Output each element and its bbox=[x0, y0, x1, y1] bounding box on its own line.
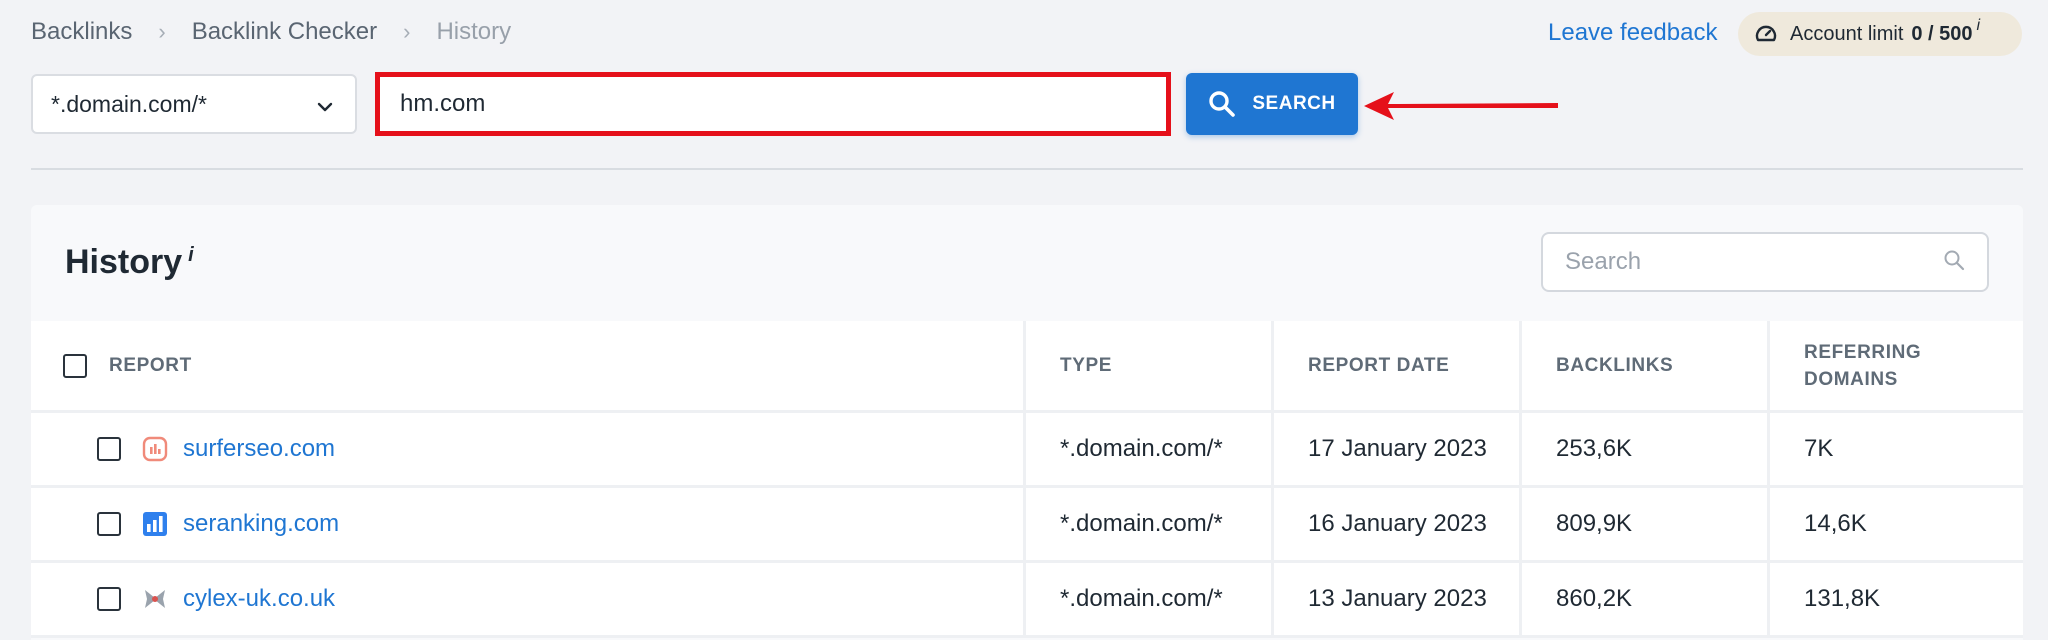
history-table: REPORT TYPE REPORT DATE BACKLINKS REFERR… bbox=[31, 321, 2023, 638]
row-type: *.domain.com/* bbox=[1026, 488, 1274, 563]
domain-input[interactable] bbox=[400, 90, 1166, 118]
account-limit-value: 0 / 500 bbox=[1911, 22, 1973, 45]
history-title: History i bbox=[65, 243, 194, 282]
row-backlinks: 253,6K bbox=[1522, 413, 1770, 488]
column-header-backlinks[interactable]: BACKLINKS bbox=[1522, 321, 1770, 413]
chevron-down-icon bbox=[317, 91, 333, 118]
column-header-report: REPORT bbox=[31, 321, 1026, 413]
breadcrumb-backlinks[interactable]: Backlinks bbox=[31, 18, 132, 46]
history-search-input[interactable] bbox=[1565, 248, 1943, 276]
breadcrumb-history: History bbox=[436, 18, 512, 45]
history-search-field[interactable] bbox=[1541, 232, 1989, 292]
breadcrumb: Backlinks › Backlink Checker › History bbox=[31, 18, 511, 46]
report-link[interactable]: cylex-uk.co.uk bbox=[183, 585, 335, 613]
table-row: surferseo.com *.domain.com/* 17 January … bbox=[31, 413, 2023, 488]
info-icon[interactable]: i bbox=[1977, 17, 1981, 35]
select-all-checkbox[interactable] bbox=[63, 353, 87, 378]
table-header-row: REPORT TYPE REPORT DATE BACKLINKS REFERR… bbox=[31, 321, 2023, 413]
row-report-date: 13 January 2023 bbox=[1274, 563, 1522, 638]
search-button[interactable]: SEARCH bbox=[1186, 73, 1358, 135]
domain-input-highlight bbox=[375, 72, 1171, 136]
search-icon bbox=[1209, 91, 1236, 117]
row-checkbox[interactable] bbox=[97, 512, 121, 536]
breadcrumb-separator: › bbox=[403, 19, 411, 44]
row-checkbox[interactable] bbox=[97, 437, 121, 461]
leave-feedback-link[interactable]: Leave feedback bbox=[1548, 19, 1717, 47]
row-report-date: 16 January 2023 bbox=[1274, 488, 1522, 563]
search-mode-select[interactable]: *.domain.com/* bbox=[31, 74, 357, 134]
report-link[interactable]: surferseo.com bbox=[183, 435, 335, 463]
surferseo-favicon-icon bbox=[141, 435, 169, 463]
red-arrow-annotation bbox=[1364, 92, 1558, 120]
row-report-date: 17 January 2023 bbox=[1274, 413, 1522, 488]
row-referring-domains: 131,8K bbox=[1770, 563, 2023, 638]
column-header-type[interactable]: TYPE bbox=[1026, 321, 1274, 413]
report-link[interactable]: seranking.com bbox=[183, 510, 339, 538]
table-row: cylex-uk.co.uk *.domain.com/* 13 January… bbox=[31, 563, 2023, 638]
gauge-icon bbox=[1754, 22, 1778, 46]
column-header-report-label[interactable]: REPORT bbox=[109, 352, 192, 379]
row-backlinks: 860,2K bbox=[1522, 563, 1770, 638]
column-header-referring-domains-label: REFERRING DOMAINS bbox=[1804, 341, 1922, 390]
row-checkbox[interactable] bbox=[97, 587, 121, 611]
row-type: *.domain.com/* bbox=[1026, 563, 1274, 638]
column-header-report-date[interactable]: REPORT DATE bbox=[1274, 321, 1522, 413]
info-icon[interactable]: i bbox=[188, 244, 194, 266]
table-row: seranking.com *.domain.com/* 16 January … bbox=[31, 488, 2023, 563]
divider bbox=[31, 168, 2023, 170]
row-referring-domains: 14,6K bbox=[1770, 488, 2023, 563]
row-referring-domains: 7K bbox=[1770, 413, 2023, 488]
history-card: Historyi REPORT TYPE REPORT DATE BACKL bbox=[31, 205, 2023, 640]
cylex-favicon-icon bbox=[141, 585, 169, 613]
seranking-favicon-icon bbox=[141, 510, 169, 538]
search-icon[interactable] bbox=[1943, 249, 1965, 276]
breadcrumb-backlink-checker[interactable]: Backlink Checker bbox=[192, 18, 377, 46]
search-button-label: SEARCH bbox=[1252, 93, 1336, 114]
account-limit-label: Account limit bbox=[1790, 22, 1904, 45]
history-title-text: History bbox=[65, 243, 183, 281]
search-mode-value: *.domain.com/* bbox=[51, 90, 207, 117]
row-type: *.domain.com/* bbox=[1026, 413, 1274, 488]
row-backlinks: 809,9K bbox=[1522, 488, 1770, 563]
account-limit-badge: Account limit 0 / 500 i bbox=[1738, 12, 2022, 56]
column-header-referring-domains[interactable]: REFERRING DOMAINS bbox=[1770, 321, 2023, 413]
breadcrumb-separator: › bbox=[158, 19, 166, 44]
